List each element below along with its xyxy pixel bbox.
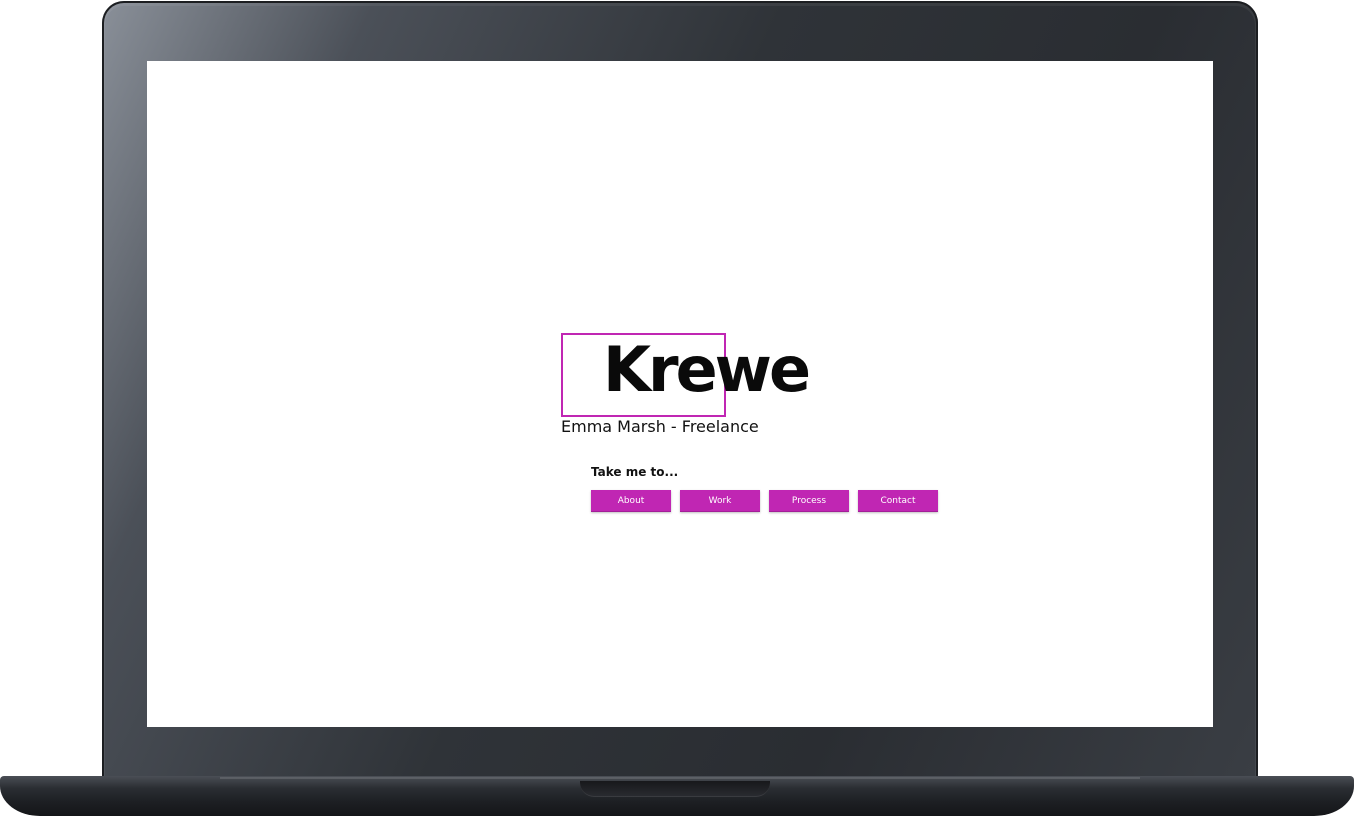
laptop-opening-notch bbox=[580, 781, 770, 797]
nav-label: Take me to... bbox=[591, 465, 679, 479]
about-button[interactable]: About bbox=[591, 490, 671, 512]
contact-button[interactable]: Contact bbox=[858, 490, 938, 512]
nav-buttons: About Work Process Contact bbox=[591, 490, 938, 512]
laptop-base-highlight bbox=[220, 777, 1140, 779]
process-button[interactable]: Process bbox=[769, 490, 849, 512]
laptop-mockup: Krewe Emma Marsh - Freelance Take me to.… bbox=[0, 0, 1354, 819]
logo-text: Krewe bbox=[603, 333, 811, 406]
work-button[interactable]: Work bbox=[680, 490, 760, 512]
hero-subtitle: Emma Marsh - Freelance bbox=[561, 417, 759, 436]
laptop-screen: Krewe Emma Marsh - Freelance Take me to.… bbox=[147, 61, 1213, 727]
